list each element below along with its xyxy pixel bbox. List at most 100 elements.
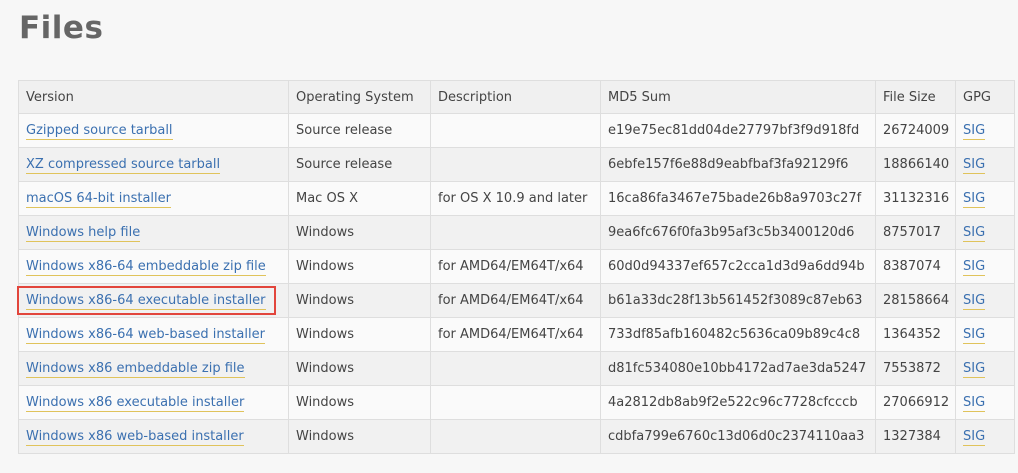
gpg-sig-link[interactable]: SIG xyxy=(963,429,986,446)
os-cell: Mac OS X xyxy=(288,181,431,216)
description-cell: for OS X 10.9 and later xyxy=(430,181,601,216)
file-size-cell: 1364352 xyxy=(875,317,956,352)
file-size-cell: 8757017 xyxy=(875,215,956,250)
md5-cell: 9ea6fc676f0fa3b95af3c5b3400120d6 xyxy=(600,215,876,250)
os-cell: Windows xyxy=(288,283,431,318)
description-cell: for AMD64/EM64T/x64 xyxy=(430,317,601,352)
md5-cell: 4a2812db8ab9f2e522c96c7728cfcccb xyxy=(600,385,876,420)
description-cell xyxy=(430,385,601,420)
header-description: Description xyxy=(430,80,601,114)
gpg-sig-link[interactable]: SIG xyxy=(963,293,986,310)
version-link[interactable]: Windows x86-64 web-based installer xyxy=(26,327,265,344)
version-link[interactable]: Windows x86 embeddable zip file xyxy=(26,361,245,378)
file-size-cell: 8387074 xyxy=(875,249,956,284)
gpg-sig-link[interactable]: SIG xyxy=(963,123,986,140)
header-file-size: File Size xyxy=(875,80,956,114)
md5-cell: 60d0d94337ef657c2cca1d3d9a6dd94b xyxy=(600,249,876,284)
os-cell: Windows xyxy=(288,419,431,454)
files-page: Files Version Operating System Descripti… xyxy=(0,0,1018,473)
gpg-sig-link[interactable]: SIG xyxy=(963,259,986,276)
md5-cell: d81fc534080e10bb4172ad7ae3da5247 xyxy=(600,351,876,386)
md5-cell: cdbfa799e6760c13d06d0c2374110aa3 xyxy=(600,419,876,454)
version-cell: Windows x86-64 web-based installer xyxy=(18,317,289,352)
version-link[interactable]: macOS 64-bit installer xyxy=(26,191,171,208)
description-cell: for AMD64/EM64T/x64 xyxy=(430,249,601,284)
md5-cell: 6ebfe157f6e88d9eabfbaf3fa92129f6 xyxy=(600,147,876,182)
md5-cell: e19e75ec81dd04de27797bf3f9d918fd xyxy=(600,113,876,148)
gpg-cell: SIG xyxy=(955,351,1015,386)
gpg-cell: SIG xyxy=(955,419,1015,454)
table-row: Windows x86-64 executable installer Windo… xyxy=(18,283,1015,318)
version-cell: Windows x86 executable installer xyxy=(18,385,289,420)
md5-cell: b61a33dc28f13b561452f3089c87eb63 xyxy=(600,283,876,318)
version-link[interactable]: Windows x86 web-based installer xyxy=(26,429,244,446)
version-cell: Windows help file xyxy=(18,215,289,250)
os-cell: Source release xyxy=(288,113,431,148)
description-cell xyxy=(430,215,601,250)
gpg-sig-link[interactable]: SIG xyxy=(963,327,986,344)
version-link[interactable]: XZ compressed source tarball xyxy=(26,157,221,174)
gpg-cell: SIG xyxy=(955,283,1015,318)
gpg-cell: SIG xyxy=(955,147,1015,182)
gpg-cell: SIG xyxy=(955,385,1015,420)
gpg-cell: SIG xyxy=(955,113,1015,148)
file-size-cell: 26724009 xyxy=(875,113,956,148)
file-size-cell: 18866140 xyxy=(875,147,956,182)
table-row: Windows x86-64 web-based installer Window… xyxy=(18,317,1015,352)
gpg-sig-link[interactable]: SIG xyxy=(963,191,986,208)
description-cell: for AMD64/EM64T/x64 xyxy=(430,283,601,318)
table-row: XZ compressed source tarball Source relea… xyxy=(18,147,1015,182)
os-cell: Windows xyxy=(288,317,431,352)
table-row: Gzipped source tarball Source release e19e… xyxy=(18,113,1015,148)
version-cell: Windows x86-64 embeddable zip file xyxy=(18,249,289,284)
os-cell: Windows xyxy=(288,351,431,386)
version-link[interactable]: Windows x86-64 executable installer xyxy=(26,293,266,310)
description-cell xyxy=(430,147,601,182)
version-link[interactable]: Windows x86-64 embeddable zip file xyxy=(26,259,266,276)
file-size-cell: 31132316 xyxy=(875,181,956,216)
file-size-cell: 28158664 xyxy=(875,283,956,318)
md5-cell: 16ca86fa3467e75bade26b8a9703c27f xyxy=(600,181,876,216)
header-gpg: GPG xyxy=(955,80,1015,114)
version-link[interactable]: Windows help file xyxy=(26,225,141,242)
table-row: Windows x86-64 embeddable zip file Window… xyxy=(18,249,1015,284)
table-row: Windows x86 embeddable zip file Windows d8… xyxy=(18,351,1015,386)
gpg-cell: SIG xyxy=(955,215,1015,250)
os-cell: Windows xyxy=(288,215,431,250)
table-row: Windows x86 web-based installer Windows cd… xyxy=(18,419,1015,454)
gpg-cell: SIG xyxy=(955,249,1015,284)
table-row: Windows x86 executable installer Windows 4… xyxy=(18,385,1015,420)
table-header-row: Version Operating System Description MD5… xyxy=(18,80,1015,114)
table-row: Windows help file Windows 9ea6fc676f0fa3b9… xyxy=(18,215,1015,250)
header-md5-sum: MD5 Sum xyxy=(600,80,876,114)
gpg-sig-link[interactable]: SIG xyxy=(963,157,986,174)
os-cell: Source release xyxy=(288,147,431,182)
description-cell xyxy=(430,419,601,454)
description-cell xyxy=(430,351,601,386)
version-cell: Windows x86-64 executable installer xyxy=(18,283,289,318)
version-link[interactable]: Windows x86 executable installer xyxy=(26,395,245,412)
version-cell: macOS 64-bit installer xyxy=(18,181,289,216)
page-title: Files xyxy=(19,10,104,46)
os-cell: Windows xyxy=(288,249,431,284)
gpg-sig-link[interactable]: SIG xyxy=(963,225,986,242)
gpg-cell: SIG xyxy=(955,181,1015,216)
description-cell xyxy=(430,113,601,148)
table-row: macOS 64-bit installer Mac OS Xfor OS X 1… xyxy=(18,181,1015,216)
file-size-cell: 27066912 xyxy=(875,385,956,420)
files-table: Version Operating System Description MD5… xyxy=(18,80,1015,454)
file-size-cell: 1327384 xyxy=(875,419,956,454)
version-cell: Windows x86 web-based installer xyxy=(18,419,289,454)
gpg-sig-link[interactable]: SIG xyxy=(963,361,986,378)
version-cell: Windows x86 embeddable zip file xyxy=(18,351,289,386)
version-cell: XZ compressed source tarball xyxy=(18,147,289,182)
md5-cell: 733df85afb160482c5636ca09b89c4c8 xyxy=(600,317,876,352)
os-cell: Windows xyxy=(288,385,431,420)
gpg-sig-link[interactable]: SIG xyxy=(963,395,986,412)
header-operating-system: Operating System xyxy=(288,80,431,114)
version-link[interactable]: Gzipped source tarball xyxy=(26,123,173,140)
version-cell: Gzipped source tarball xyxy=(18,113,289,148)
header-version: Version xyxy=(18,80,289,114)
file-size-cell: 7553872 xyxy=(875,351,956,386)
gpg-cell: SIG xyxy=(955,317,1015,352)
